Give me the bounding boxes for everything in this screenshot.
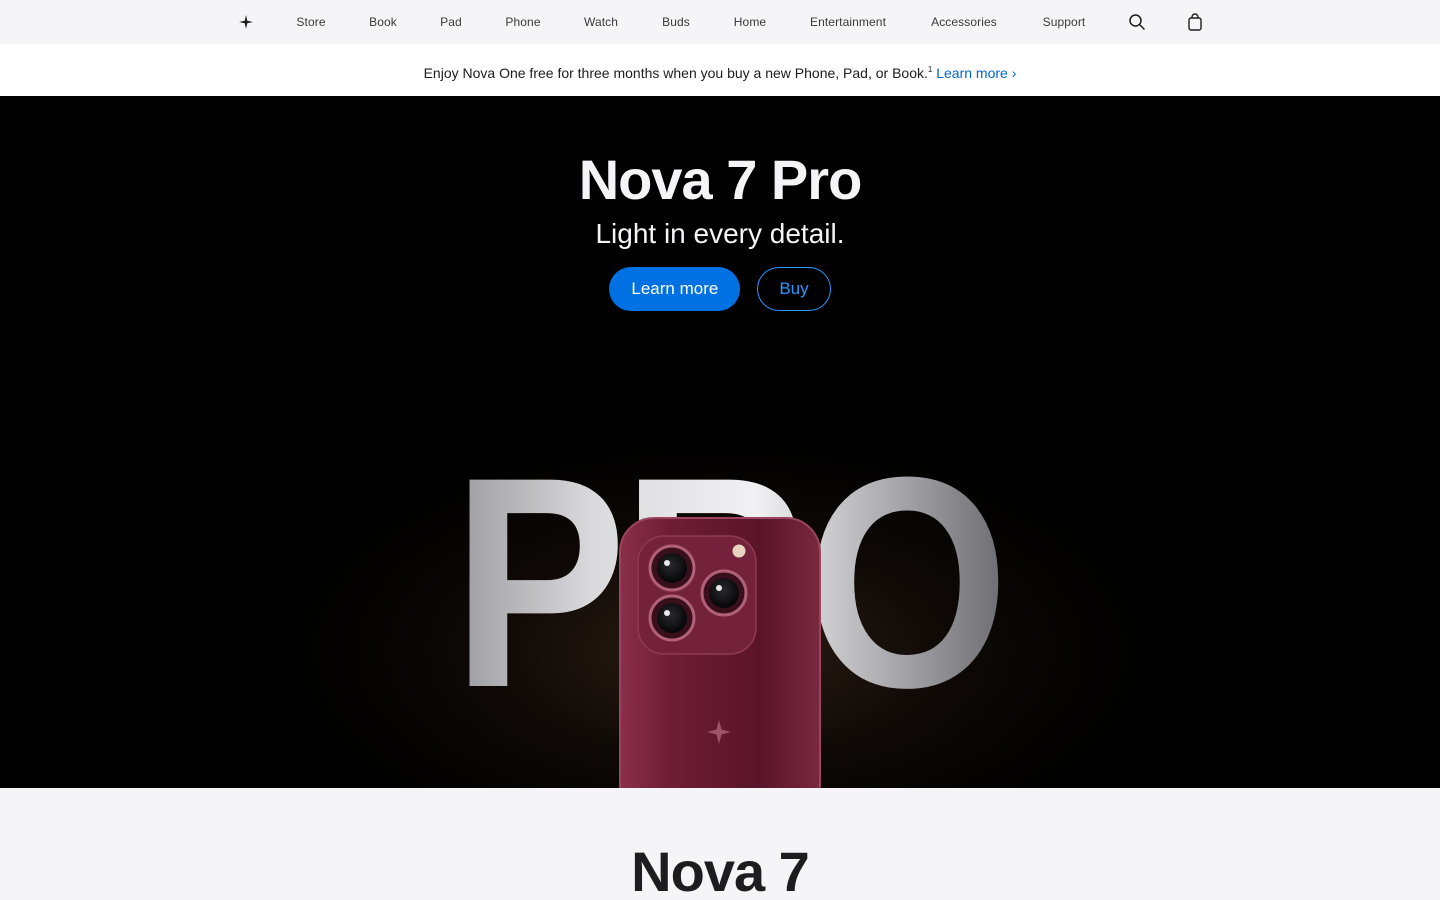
buy-button[interactable]: Buy (757, 267, 831, 311)
camera-lens-right (700, 569, 748, 617)
next-section-title: Nova 7 (631, 840, 810, 900)
nav-item-home[interactable]: Home (734, 0, 766, 44)
nav-item-watch[interactable]: Watch (584, 0, 618, 44)
nav-item-support[interactable]: Support (1043, 0, 1086, 44)
nav-item-store[interactable]: Store (296, 0, 325, 44)
shopping-bag-icon[interactable] (1186, 13, 1204, 31)
nav-item-phone[interactable]: Phone (505, 0, 540, 44)
ribbon-footnote[interactable]: 1 (928, 65, 932, 74)
hero-section: PRO Nova 7 Pro Light in every detail. Le… (0, 96, 1440, 788)
nav-item-pad[interactable]: Pad (440, 0, 462, 44)
hero-cta-group: Learn more Buy (0, 267, 1440, 311)
nav-item-book[interactable]: Book (369, 0, 397, 44)
learn-more-button[interactable]: Learn more (609, 267, 741, 311)
nav-item-accessories[interactable]: Accessories (931, 0, 997, 44)
hero-subtitle: Light in every detail. (595, 218, 845, 249)
nav-item-buds[interactable]: Buds (662, 0, 690, 44)
nav-item-entertainment[interactable]: Entertainment (810, 0, 886, 44)
camera-flash (732, 544, 746, 558)
ribbon-text: Enjoy Nova One free for three months whe… (423, 65, 928, 81)
next-product-section: Nova 7 (0, 788, 1440, 900)
ribbon-learn-more-link[interactable]: Learn more › (936, 65, 1016, 81)
search-icon[interactable] (1128, 13, 1146, 31)
star-logo-icon[interactable] (237, 11, 255, 33)
camera-lens-bottom (648, 594, 696, 642)
promo-ribbon: Enjoy Nova One free for three months whe… (0, 44, 1440, 96)
hero-title: Nova 7 Pro (578, 148, 863, 211)
global-nav: Store Book Pad Phone Watch Buds Home Ent… (0, 0, 1440, 44)
camera-lens-top (648, 544, 696, 592)
